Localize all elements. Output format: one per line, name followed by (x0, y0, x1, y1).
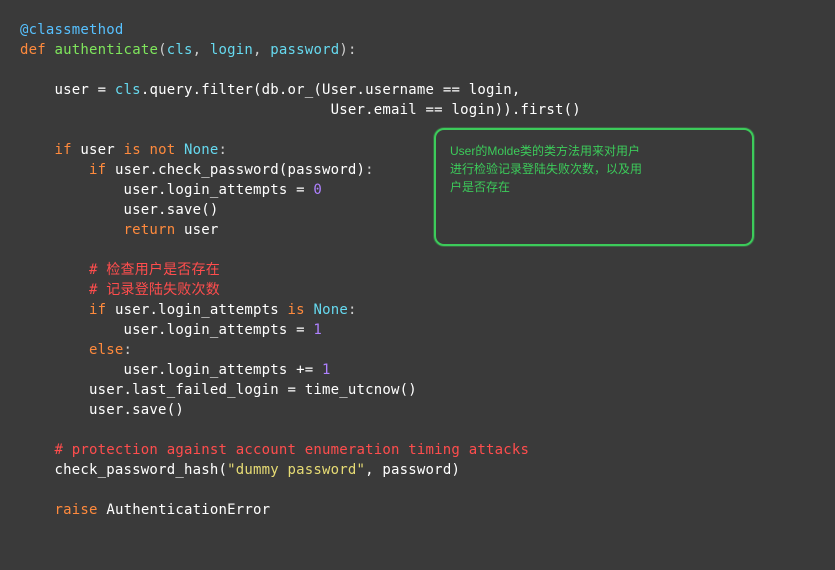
fn-name: authenticate (55, 42, 159, 58)
callout-line: 进行检验记录登陆失败次数，以及用 (450, 160, 738, 178)
def-kw: def (20, 42, 46, 58)
comment-record: # 记录登陆失败次数 (89, 282, 220, 298)
decorator: @classmethod (20, 22, 124, 38)
callout-line: 户是否存在 (450, 178, 738, 196)
callout-line: User的Molde类的类方法用来对用户 (450, 142, 738, 160)
comment-protection: # protection against account enumeration… (55, 442, 530, 458)
code-block: @classmethod def authenticate(cls, login… (20, 20, 581, 520)
annotation-callout: User的Molde类的类方法用来对用户 进行检验记录登陆失败次数，以及用 户是… (434, 128, 754, 246)
comment-exist: # 检查用户是否存在 (89, 262, 220, 278)
